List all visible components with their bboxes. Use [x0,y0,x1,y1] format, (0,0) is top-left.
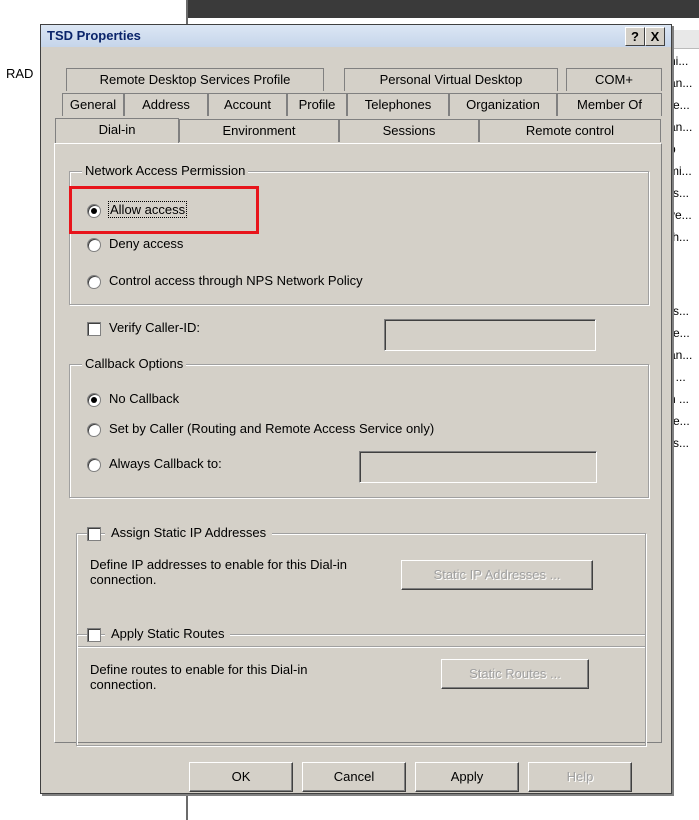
background-list-item: th... [669,230,690,244]
static-routes-button[interactable]: Static Routes ... [441,659,589,689]
deny-access-label[interactable]: Deny access [109,236,183,251]
background-list-item: ve... [669,208,692,222]
properties-dialog: TSD Properties ? X Remote Desktop Servic… [40,24,672,794]
annotation-highlight-box [69,186,259,234]
static-ip-addresses-button[interactable]: Static IP Addresses ... [401,560,593,590]
cancel-button[interactable]: Cancel [302,762,406,792]
tab-address[interactable]: Address [124,93,208,116]
help-title-button[interactable]: ? [625,27,645,46]
no-callback-radio[interactable] [87,393,101,407]
background-list-item: an... [669,120,693,134]
ok-button[interactable]: OK [189,762,293,792]
verify-caller-id-checkbox[interactable] [87,322,101,336]
tab-profile[interactable]: Profile [287,93,347,116]
apply-static-routes-label[interactable]: Apply Static Routes [105,626,231,641]
tab-account[interactable]: Account [208,93,287,116]
background-list-item: an... [669,76,693,90]
set-by-caller-label[interactable]: Set by Caller (Routing and Remote Access… [109,421,434,436]
background-list-item: mi... [669,164,692,178]
control-access-nps-label[interactable]: Control access through NPS Network Polic… [109,273,363,288]
tab-environment[interactable]: Environment [179,119,339,142]
background-list-item: re... [669,414,690,428]
background-list-item: re... [669,98,690,112]
deny-access-radio[interactable] [87,238,101,252]
control-access-nps-radio[interactable] [87,275,101,289]
network-access-legend: Network Access Permission [82,163,249,178]
tab-organization[interactable]: Organization [449,93,557,116]
tab-com-plus[interactable]: COM+ [566,68,662,91]
tab-general[interactable]: General [62,93,124,116]
tab-telephones[interactable]: Telephones [347,93,449,116]
apply-button[interactable]: Apply [415,762,519,792]
background-list-item: an... [669,348,693,362]
tab-remote-desktop-services-profile[interactable]: Remote Desktop Services Profile [66,68,324,91]
tab-dial-in[interactable]: Dial-in [55,118,179,143]
dialog-titlebar[interactable]: TSD Properties ? X [41,25,671,47]
tab-personal-virtual-desktop[interactable]: Personal Virtual Desktop [344,68,558,91]
verify-caller-id-field[interactable] [384,319,596,351]
verify-caller-id-label[interactable]: Verify Caller-ID: [109,320,200,335]
always-callback-field[interactable] [359,451,597,483]
close-button[interactable]: X [645,27,665,46]
background-list-item: rs... [669,304,689,318]
static-routes-description: Define routes to enable for this Dial-in… [90,662,308,692]
assign-static-ip-label[interactable]: Assign Static IP Addresses [105,525,273,540]
tab-sessions[interactable]: Sessions [339,119,479,142]
background-list-item: re... [669,326,690,340]
set-by-caller-radio[interactable] [87,423,101,437]
background-list-item: rs... [669,186,689,200]
background-rad-label: RAD [6,66,34,81]
background-list-item: rs... [669,436,689,450]
always-callback-radio[interactable] [87,458,101,472]
apply-static-routes-checkbox[interactable] [87,628,101,642]
help-button[interactable]: Help [528,762,632,792]
no-callback-label[interactable]: No Callback [109,391,179,406]
tab-member-of[interactable]: Member Of [557,93,662,116]
tab-remote-control[interactable]: Remote control [479,119,661,142]
assign-static-ip-checkbox[interactable] [87,527,101,541]
static-ip-description: Define IP addresses to enable for this D… [90,557,348,587]
background-list-item: n ... [669,392,690,406]
background-window-titlebar [186,0,699,18]
dialog-title: TSD Properties [47,28,141,43]
always-callback-label[interactable]: Always Callback to: [109,456,222,471]
callback-options-legend: Callback Options [82,356,187,371]
